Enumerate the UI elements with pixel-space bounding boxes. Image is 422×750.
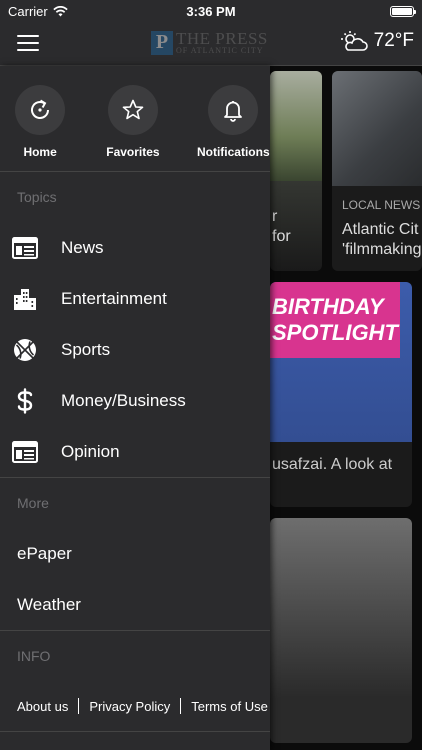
more-item-epaper[interactable]: ePaper: [0, 528, 270, 579]
status-bar: Carrier 3:36 PM: [0, 0, 422, 22]
feed-card[interactable]: LOCAL NEWS Atlantic Cit 'filmmaking: [332, 71, 422, 271]
battery-fill: [392, 7, 412, 15]
card-headline: Atlantic Cit 'filmmaking: [342, 221, 422, 258]
card-photo: BIRTHDAY SPOTLIGHT: [270, 282, 412, 442]
feed-card[interactable]: r for: [270, 71, 322, 271]
card-headline: usafzai. A look at: [272, 456, 393, 473]
logo-main: THE PRESS: [176, 29, 268, 48]
topic-entertainment[interactable]: Entertainment: [0, 273, 270, 324]
quick-link-label: Notifications: [196, 145, 270, 159]
carrier-label: Carrier: [8, 3, 48, 19]
terms-of-use-link[interactable]: Terms of Use: [191, 699, 268, 714]
notifications-icon-circle: [208, 85, 259, 135]
info-links: About us Privacy Policy Terms of Use: [0, 681, 270, 731]
partly-cloudy-icon: [340, 31, 368, 51]
quick-links: Home Favorites Notifications: [0, 66, 270, 172]
status-left: Carrier: [8, 4, 68, 19]
hamburger-line: [17, 49, 39, 51]
card-photo: [332, 71, 422, 186]
home-icon-circle: [15, 85, 66, 135]
topic-label: Sports: [61, 339, 111, 359]
card-photo: [270, 71, 322, 181]
battery-icon: [390, 5, 416, 17]
topics-heading: Topics: [17, 189, 57, 205]
more-item-weather[interactable]: Weather: [0, 579, 270, 630]
quick-link-home[interactable]: Home: [15, 85, 66, 171]
refresh-home-icon: [31, 99, 50, 119]
hamburger-line: [17, 35, 39, 37]
star-icon: [122, 99, 144, 120]
site-logo[interactable]: P THE PRESS OF ATLANTIC CITY: [151, 30, 268, 55]
topic-label: Entertainment: [61, 288, 167, 308]
topic-money-business[interactable]: Money/Business: [0, 375, 270, 426]
newspaper-icon: [12, 439, 38, 465]
card-headline: r for: [272, 208, 291, 245]
divider: [0, 731, 270, 732]
quick-link-label: Home: [23, 145, 57, 159]
bell-icon: [224, 101, 243, 122]
feed-card[interactable]: BIRTHDAY SPOTLIGHT usafzai. A look at: [270, 282, 412, 507]
logo-sub: OF ATLANTIC CITY: [176, 46, 264, 55]
feed-card[interactable]: [270, 518, 412, 743]
about-us-link[interactable]: About us: [17, 699, 68, 714]
logo-text: THE PRESS OF ATLANTIC CITY: [176, 30, 268, 55]
hamburger-line: [17, 42, 39, 44]
info-heading: INFO: [17, 648, 51, 664]
privacy-policy-link[interactable]: Privacy Policy: [89, 699, 170, 714]
dollar-icon: [12, 387, 38, 414]
topic-label: Money/Business: [61, 390, 186, 410]
wifi-icon: [53, 5, 68, 16]
news-feed: r for LOCAL NEWS Atlantic Cit 'filmmakin…: [270, 66, 422, 750]
quick-link-notifications[interactable]: Notifications: [197, 85, 270, 171]
side-drawer: Home Favorites Notifications Topics News…: [0, 66, 270, 750]
card-kicker: LOCAL NEWS: [342, 198, 421, 212]
topic-label: Opinion: [61, 441, 120, 461]
temperature: 72°F: [373, 30, 414, 51]
topic-label: News: [61, 237, 104, 257]
more-heading: More: [17, 495, 49, 511]
top-header: P THE PRESS OF ATLANTIC CITY 72°F: [0, 22, 422, 66]
link-separator: [78, 698, 80, 714]
birthday-banner: BIRTHDAY SPOTLIGHT: [270, 282, 400, 358]
topic-sports[interactable]: Sports: [0, 324, 270, 375]
menu-button[interactable]: [17, 35, 39, 51]
weather-widget[interactable]: 72°F: [340, 30, 414, 52]
topic-news[interactable]: News: [0, 222, 270, 273]
quick-link-favorites[interactable]: Favorites: [106, 85, 160, 171]
logo-mark: P: [151, 30, 173, 55]
basketball-icon: [12, 337, 38, 363]
topic-opinion[interactable]: Opinion: [0, 426, 270, 477]
quick-link-label: Favorites: [106, 145, 160, 159]
favorites-icon-circle: [107, 85, 158, 135]
link-separator: [180, 698, 182, 714]
newspaper-icon: [12, 235, 38, 261]
city-buildings-icon: [12, 286, 38, 312]
